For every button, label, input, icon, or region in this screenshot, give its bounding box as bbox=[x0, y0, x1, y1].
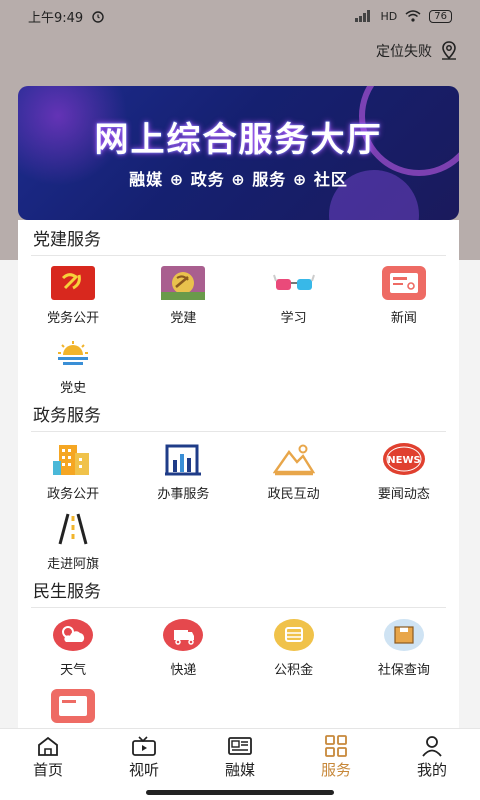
section-livelihood: 民生服务 天气 快递 公积金 社保查询 bbox=[18, 572, 459, 730]
newspaper-icon bbox=[228, 737, 252, 755]
service-label: 快递 bbox=[170, 663, 197, 678]
service-party-affairs[interactable]: 党务公开 bbox=[18, 256, 128, 326]
section-government: 政务服务 政务公开 办事服务 政民互动 NEWS 要闻动态 走进阿旗 bbox=[18, 396, 459, 572]
weather-icon bbox=[50, 616, 96, 654]
tab-label: 服务 bbox=[320, 761, 351, 779]
service-label: 办事服务 bbox=[157, 487, 210, 502]
office-chart-icon bbox=[160, 440, 206, 478]
service-label: 公积金 bbox=[274, 663, 314, 678]
section-title: 党建服务 bbox=[31, 220, 446, 256]
news-card-icon bbox=[381, 264, 427, 302]
service-label: 学习 bbox=[280, 311, 307, 326]
signal-icon bbox=[354, 10, 370, 22]
video-icon bbox=[132, 736, 156, 756]
service-label: 党史 bbox=[60, 381, 87, 396]
status-time: 上午9:49 bbox=[28, 10, 84, 26]
service-label: 天气 bbox=[60, 663, 87, 678]
tab-mine[interactable]: 我的 bbox=[384, 729, 480, 800]
fund-icon bbox=[271, 616, 317, 654]
svg-text:NEWS: NEWS bbox=[387, 455, 420, 466]
news-badge-icon: NEWS bbox=[381, 440, 427, 478]
service-social-security[interactable]: 社保查询 bbox=[349, 608, 459, 678]
wifi-icon bbox=[405, 10, 421, 22]
service-label: 新闻 bbox=[390, 311, 417, 326]
service-delivery[interactable]: 快递 bbox=[128, 608, 238, 678]
section-title: 政务服务 bbox=[31, 396, 446, 432]
service-enter-aqi[interactable]: 走进阿旗 bbox=[18, 502, 128, 572]
party-emblem-icon bbox=[160, 264, 206, 302]
service-party-building[interactable]: 党建 bbox=[128, 256, 238, 326]
services-panel: 党建服务 党务公开 党建 学习 新闻 党史 政务服务 政务公开 办事服务 政民互… bbox=[18, 220, 459, 730]
home-icon bbox=[38, 736, 58, 756]
sunrise-icon bbox=[50, 334, 96, 372]
tab-label: 融媒 bbox=[224, 761, 255, 779]
tab-home[interactable]: 首页 bbox=[0, 729, 96, 800]
service-study[interactable]: 学习 bbox=[239, 256, 349, 326]
home-indicator[interactable] bbox=[146, 790, 334, 795]
section-title: 民生服务 bbox=[31, 572, 446, 608]
service-label: 党建 bbox=[170, 311, 197, 326]
service-housing-fund[interactable]: 公积金 bbox=[239, 608, 349, 678]
tab-label: 视听 bbox=[128, 761, 159, 779]
tab-label: 我的 bbox=[416, 761, 447, 779]
banner-title: 网上综合服务大厅 bbox=[94, 120, 383, 160]
glasses-icon bbox=[271, 264, 317, 302]
alarm-icon bbox=[92, 11, 104, 23]
service-party-history[interactable]: 党史 bbox=[18, 326, 128, 396]
service-label: 走进阿旗 bbox=[47, 557, 100, 572]
service-label: 党务公开 bbox=[47, 311, 100, 326]
user-icon bbox=[422, 736, 442, 757]
signal-hd: HD bbox=[380, 9, 398, 23]
banner-subtitle: 融媒 ⊕ 政务 ⊕ 服务 ⊕ 社区 bbox=[129, 170, 348, 189]
social-security-icon bbox=[381, 616, 427, 654]
service-label: 政务公开 bbox=[47, 487, 100, 502]
mountain-picture-icon bbox=[271, 440, 317, 478]
service-more[interactable] bbox=[18, 678, 128, 730]
service-interaction[interactable]: 政民互动 bbox=[239, 432, 349, 502]
service-news[interactable]: 新闻 bbox=[349, 256, 459, 326]
grid-icon bbox=[325, 735, 347, 757]
battery-indicator: 76 bbox=[429, 9, 452, 23]
location-pin-icon bbox=[442, 41, 456, 60]
section-party: 党建服务 党务公开 党建 学习 新闻 党史 bbox=[18, 220, 459, 396]
service-weather[interactable]: 天气 bbox=[18, 608, 128, 678]
tab-label: 首页 bbox=[32, 761, 63, 779]
banner[interactable]: 网上综合服务大厅 融媒 ⊕ 政务 ⊕ 服务 ⊕ 社区 bbox=[18, 86, 459, 220]
service-gov-affairs[interactable]: 政务公开 bbox=[18, 432, 128, 502]
status-bar: 上午9:49 HD 76 bbox=[0, 0, 480, 32]
delivery-icon bbox=[160, 616, 206, 654]
buildings-icon bbox=[50, 440, 96, 478]
service-handle-affairs[interactable]: 办事服务 bbox=[128, 432, 238, 502]
location-text: 定位失败 bbox=[376, 44, 432, 60]
service-label: 政民互动 bbox=[267, 487, 320, 502]
road-icon bbox=[50, 510, 96, 548]
service-news-updates[interactable]: NEWS 要闻动态 bbox=[349, 432, 459, 502]
party-flag-icon bbox=[50, 264, 96, 302]
service-label: 社保查询 bbox=[377, 663, 430, 678]
service-label: 要闻动态 bbox=[377, 487, 430, 502]
location-button[interactable]: 定位失败 bbox=[376, 40, 460, 62]
news-card-icon bbox=[50, 686, 96, 726]
